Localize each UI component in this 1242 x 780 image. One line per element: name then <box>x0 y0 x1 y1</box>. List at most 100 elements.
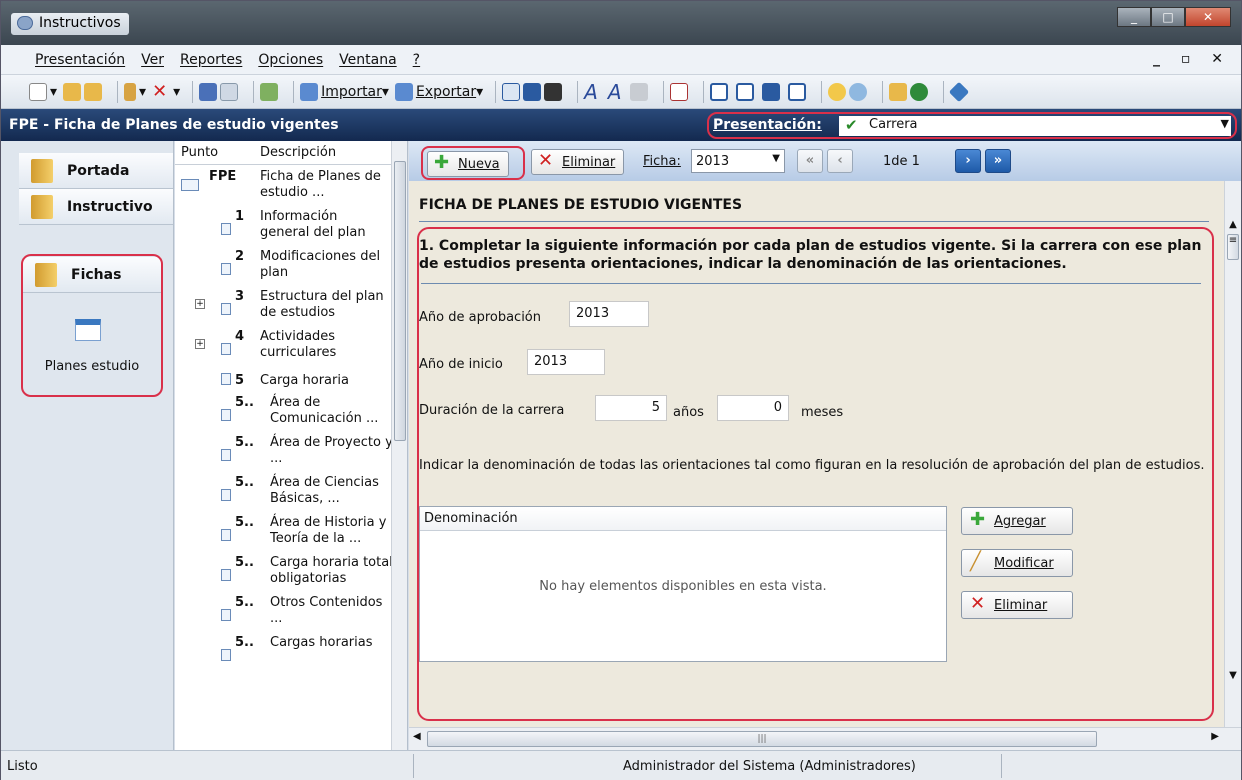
menu-help[interactable]: ? <box>413 52 420 68</box>
layout-buttons[interactable] <box>709 80 809 104</box>
col-descripcion[interactable]: Descripción <box>260 145 336 160</box>
modificar-label: Modificar <box>994 556 1054 571</box>
anio-inicio-input[interactable]: 2013 <box>527 349 605 375</box>
nueva-label: Nueva <box>458 157 500 172</box>
refresh-button[interactable] <box>260 80 281 104</box>
points-tree: Punto Descripción FPE Ficha de Planes de … <box>175 141 408 750</box>
tree-row[interactable]: 1 Información general del plan <box>175 209 391 245</box>
tree-row[interactable]: 5.. Área de Comunicación ... <box>175 395 391 431</box>
minimize-button[interactable]: _ <box>1117 7 1151 27</box>
anio-aprobacion-input[interactable]: 2013 <box>569 301 649 327</box>
report-button[interactable] <box>669 80 691 104</box>
tree-row-num: 2 <box>235 249 245 264</box>
import-button[interactable]: Importar ▾ <box>300 80 389 104</box>
tree-row-num: 3 <box>235 289 245 304</box>
close-button[interactable]: ✕ <box>1185 7 1231 27</box>
edit-button[interactable]: ▾ <box>124 80 146 104</box>
tree-scrollbar[interactable] <box>391 141 407 750</box>
agregar-button[interactable]: ✚ Agregar <box>961 507 1073 535</box>
denominacion-column[interactable]: Denominación <box>420 507 946 531</box>
diamond-icon <box>948 81 969 102</box>
form-hscrollbar[interactable]: ◀ ||| ▶ <box>409 727 1241 750</box>
tree-row[interactable]: FPE Ficha de Planes de estudio ... <box>175 169 391 205</box>
import-icon <box>300 82 319 101</box>
scroll-down-icon[interactable]: ▼ <box>1225 670 1241 681</box>
font-buttons[interactable]: AA <box>584 80 650 104</box>
tree-row[interactable]: +4 Actividades curriculares <box>175 329 391 365</box>
next-button[interactable]: › <box>955 149 981 173</box>
toolbar-separator <box>253 80 255 103</box>
save-button[interactable] <box>199 80 241 104</box>
view-buttons[interactable] <box>502 80 565 104</box>
menu-ver[interactable]: Ver <box>141 52 164 68</box>
tree-row-num: 5.. <box>235 395 254 410</box>
scroll-left-icon[interactable]: ◀ <box>413 731 421 742</box>
expand-icon[interactable]: + <box>195 339 205 349</box>
tree-row-num: 5.. <box>235 555 254 570</box>
menu-ventana[interactable]: Ventana <box>339 52 397 68</box>
menu-opciones[interactable]: Opciones <box>258 52 323 68</box>
scroll-thumb[interactable]: ≡ <box>1227 234 1239 260</box>
duracion-meses-input[interactable]: 0 <box>717 395 789 421</box>
tree-row[interactable]: 5.. Otros Contenidos ... <box>175 595 391 631</box>
tree-row-desc: Cargas horarias <box>270 635 373 650</box>
toolbar-separator <box>577 80 579 103</box>
anio-inicio-label: Año de inicio <box>419 357 503 372</box>
tree-row[interactable]: 5.. Carga horaria total obligatorias <box>175 555 393 591</box>
tree-row-desc: Carga horaria total obligatorias <box>270 555 393 586</box>
expand-icon[interactable]: + <box>195 299 205 309</box>
nav-portada[interactable]: Portada <box>19 153 173 189</box>
menu-reportes[interactable]: Reportes <box>180 52 242 68</box>
nav-portada-label: Portada <box>67 163 130 179</box>
hscroll-thumb[interactable]: ||| <box>427 731 1097 747</box>
col-punto[interactable]: Punto <box>181 145 218 160</box>
folder-icon <box>31 159 53 183</box>
toolbar-separator <box>662 80 664 103</box>
form-icon <box>181 179 199 191</box>
scroll-right-icon[interactable]: ▶ <box>1211 731 1219 742</box>
modificar-button[interactable]: ╱ Modificar <box>961 549 1073 577</box>
chevron-down-icon: ▼ <box>772 153 780 164</box>
tree-row-num: FPE <box>209 169 237 184</box>
nav-instructivo[interactable]: Instructivo <box>19 189 173 225</box>
eliminar-button[interactable]: ✕ Eliminar <box>531 149 625 175</box>
prev-button[interactable]: ‹ <box>827 149 853 173</box>
new-doc-button[interactable]: ▾ <box>29 80 57 104</box>
maximize-button[interactable]: □ <box>1151 7 1185 27</box>
planes-estudio-item[interactable]: Planes estudio <box>21 359 163 374</box>
menu-presentacion[interactable]: Presentación <box>35 52 125 68</box>
tree-row[interactable]: 5.. Área de Historia y Teoría de la ... <box>175 515 391 551</box>
eliminar-orientacion-button[interactable]: ✕ Eliminar <box>961 591 1073 619</box>
menu-bar: Presentación Ver Reportes Opciones Venta… <box>1 45 1241 75</box>
last-button[interactable]: » <box>985 149 1011 173</box>
export-button[interactable]: Exportar ▾ <box>394 80 483 104</box>
diamond-button[interactable] <box>948 80 971 104</box>
status-divider <box>413 754 414 778</box>
tree-row-desc: Carga horaria <box>260 373 349 388</box>
open-button[interactable] <box>63 80 105 104</box>
tree-row[interactable]: 5.. Área de Proyecto y ... <box>175 435 393 471</box>
scroll-up-icon[interactable]: ▲ <box>1225 219 1241 230</box>
duracion-anios-input[interactable]: 5 <box>595 395 667 421</box>
delete-button[interactable]: ✕ ▾ <box>152 80 180 104</box>
extra-buttons[interactable] <box>888 80 931 104</box>
ficha-select[interactable]: 2013 ▼ <box>691 149 785 173</box>
font-icon: A <box>584 79 598 104</box>
tree-row[interactable]: 5.. Área de Ciencias Básicas, ... <box>175 475 391 511</box>
nueva-button[interactable]: ✚ Nueva <box>427 151 509 177</box>
tree-row[interactable]: 5.. Cargas horarias <box>175 635 391 671</box>
tree-row[interactable]: +3 Estructura del plan de estudios <box>175 289 391 325</box>
main-toolbar: ▾ ▾ ✕ ▾ Importar ▾ Exportar ▾ AA <box>1 75 1241 109</box>
form-scrollbar[interactable]: ▲ ≡ ▼ <box>1224 181 1241 727</box>
title-bar: Instructivos _ □ ✕ <box>1 1 1241 45</box>
agregar-label: Agregar <box>994 514 1046 529</box>
first-button[interactable]: « <box>797 149 823 173</box>
help-buttons[interactable] <box>827 80 870 104</box>
form-title: FICHA DE PLANES DE ESTUDIO VIGENTES <box>419 197 743 213</box>
scroll-thumb[interactable] <box>394 161 406 441</box>
nav-instructivo-label: Instructivo <box>67 199 153 215</box>
presentacion-select[interactable]: ✔ Carrera ▼ <box>839 116 1231 136</box>
tree-row[interactable]: 2 Modificaciones del plan <box>175 249 391 285</box>
mdi-controls[interactable]: _ ▫ ✕ <box>1153 51 1231 67</box>
tree-row[interactable]: 5 Carga horaria <box>175 369 391 391</box>
